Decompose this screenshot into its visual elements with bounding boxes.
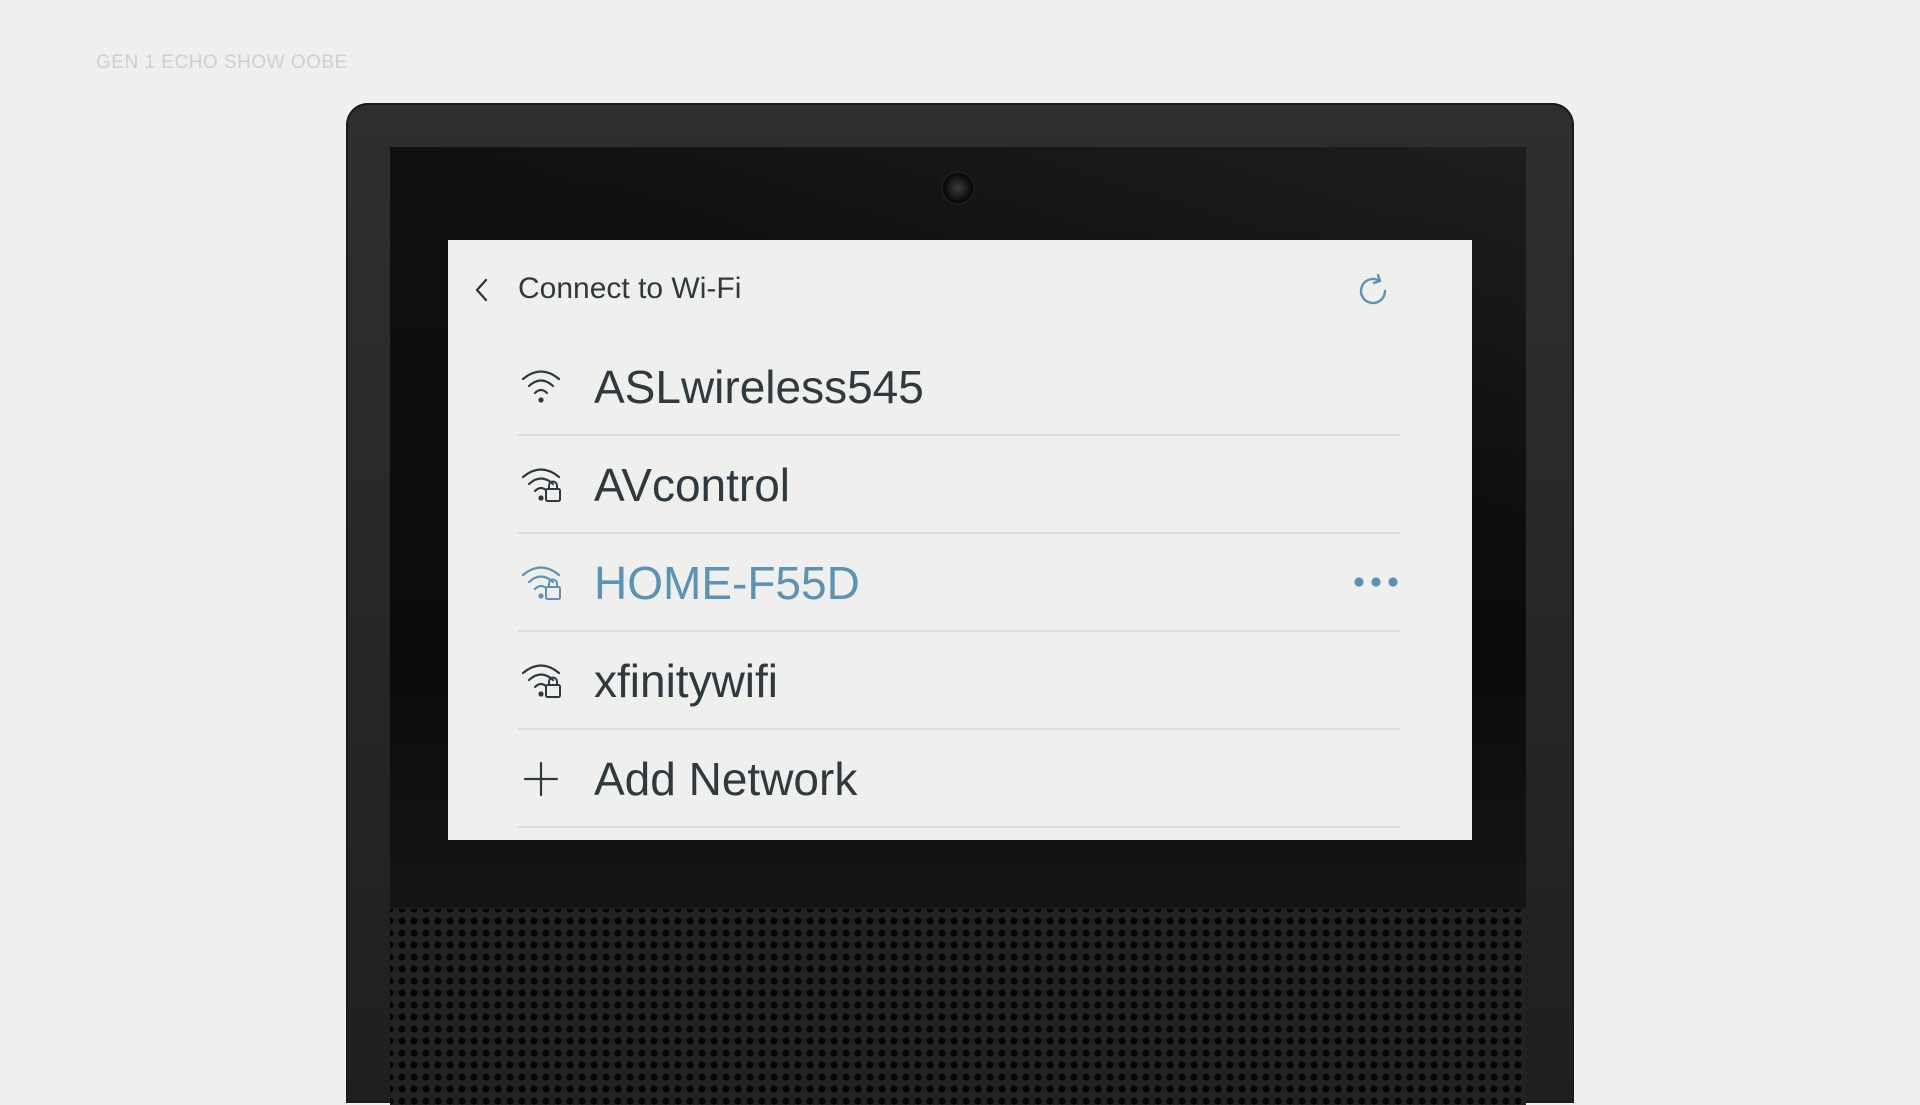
chevron-left-icon[interactable]	[472, 274, 492, 306]
wifi-lock-icon	[521, 664, 561, 698]
add-network-label: Add Network	[594, 753, 858, 805]
page-title: Connect to Wi-Fi	[518, 272, 742, 305]
more-horizontal-icon[interactable]	[1352, 570, 1400, 594]
add-network-button[interactable]: Add Network	[518, 730, 1400, 828]
camera-icon	[943, 173, 973, 203]
speaker-grille	[390, 907, 1526, 1105]
network-row-xfinitywifi[interactable]: xfinitywifi	[518, 632, 1400, 730]
screen-header: Connect to Wi-Fi	[448, 240, 1472, 340]
wifi-lock-icon	[521, 468, 561, 502]
refresh-icon[interactable]	[1352, 270, 1394, 312]
wifi-icon	[521, 370, 561, 403]
network-name: xfinitywifi	[594, 655, 779, 707]
device-screen: Connect to Wi-Fi ASLwireless545 AVcontro…	[448, 240, 1472, 840]
network-name: HOME-F55D	[594, 557, 860, 609]
plus-icon	[523, 761, 559, 797]
network-name: AVcontrol	[594, 459, 791, 511]
network-row-home-f55d[interactable]: HOME-F55D	[518, 534, 1400, 632]
wifi-lock-icon	[521, 566, 561, 600]
network-name: ASLwireless545	[594, 361, 924, 413]
network-row-aslwireless545[interactable]: ASLwireless545	[518, 338, 1400, 436]
network-row-avcontrol[interactable]: AVcontrol	[518, 436, 1400, 534]
page-caption: GEN 1 ECHO SHOW OOBE	[96, 52, 348, 73]
network-list: ASLwireless545 AVcontrol HOME-F55D xfini…	[518, 338, 1400, 828]
